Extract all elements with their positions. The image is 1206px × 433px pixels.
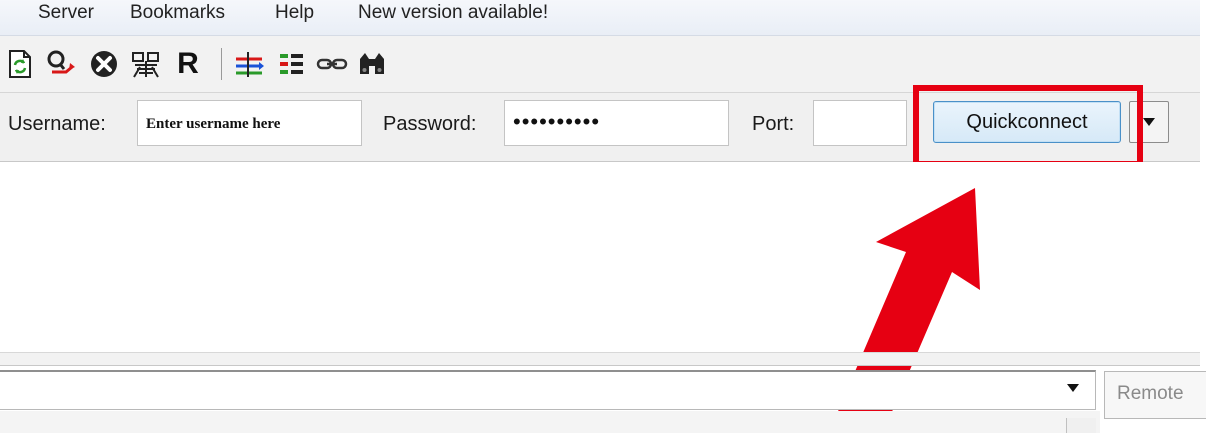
search-process-queue-icon[interactable] bbox=[46, 48, 78, 80]
quickconnect-highlight bbox=[913, 85, 1143, 167]
compare-directories-icon[interactable] bbox=[234, 48, 266, 80]
remote-site-label: Remote bbox=[1104, 371, 1206, 419]
disconnect-icon[interactable] bbox=[130, 48, 162, 80]
local-file-tree bbox=[0, 411, 1100, 433]
cancel-icon[interactable] bbox=[88, 48, 120, 80]
username-input[interactable] bbox=[137, 100, 362, 146]
toolbar: R bbox=[0, 36, 1200, 92]
chevron-down-icon[interactable] bbox=[1066, 383, 1080, 393]
menu-bar: Server Bookmarks Help New version availa… bbox=[0, 0, 1200, 36]
local-site-path-combo[interactable] bbox=[0, 370, 1096, 410]
password-input[interactable]: •••••••••• bbox=[504, 100, 729, 146]
filter-icon[interactable] bbox=[276, 48, 308, 80]
password-label: Password: bbox=[383, 113, 477, 135]
menu-new-version[interactable]: New version available! bbox=[358, 2, 548, 24]
refresh-icon[interactable] bbox=[4, 48, 36, 80]
port-label: Port: bbox=[752, 113, 795, 135]
triangle-down-icon bbox=[1143, 118, 1155, 126]
port-input[interactable] bbox=[813, 100, 907, 146]
username-label: Username: bbox=[8, 113, 106, 135]
reconnect-icon[interactable]: R bbox=[172, 47, 204, 80]
message-log bbox=[0, 162, 1200, 352]
pane-splitter[interactable] bbox=[0, 352, 1200, 366]
reconnect-glyph: R bbox=[177, 47, 199, 80]
toolbar-separator bbox=[221, 48, 222, 80]
menu-server[interactable]: Server bbox=[38, 2, 94, 24]
menu-bookmarks[interactable]: Bookmarks bbox=[130, 2, 225, 24]
synchronized-browsing-icon[interactable] bbox=[316, 48, 348, 80]
find-files-icon[interactable] bbox=[356, 48, 388, 80]
scrollbar[interactable] bbox=[1066, 418, 1096, 433]
menu-help[interactable]: Help bbox=[275, 2, 314, 24]
